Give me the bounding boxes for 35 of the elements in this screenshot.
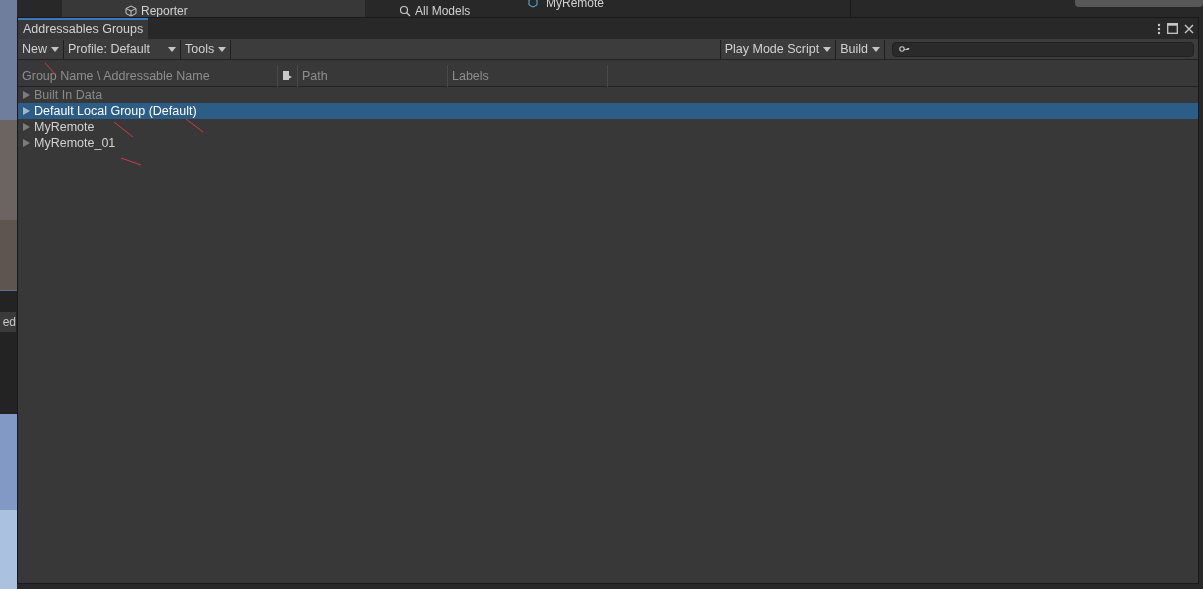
- dropdown-button[interactable]: Tools: [181, 39, 232, 59]
- search-icon: [899, 45, 910, 53]
- panel-label: ed: [0, 312, 16, 332]
- caret-icon: [823, 46, 832, 52]
- group-name: Default Local Group (Default): [34, 103, 197, 119]
- search-field[interactable]: [892, 41, 1194, 57]
- dropdown-button[interactable]: Play Mode Script: [720, 39, 837, 59]
- caret-icon: [51, 46, 59, 52]
- group-row[interactable]: MyRemote_01: [18, 135, 1198, 151]
- caret-icon: [168, 46, 176, 52]
- asset-label: Reporter: [141, 4, 188, 18]
- cube-icon: [125, 5, 137, 17]
- search-icon: [399, 5, 411, 17]
- group-name: MyRemote: [34, 119, 95, 135]
- column-header[interactable]: Labels: [448, 64, 608, 87]
- annotation-stroke: [120, 157, 142, 166]
- dropdown-button[interactable]: New: [18, 39, 64, 59]
- more-icon[interactable]: [1157, 22, 1161, 35]
- maximize-icon[interactable]: [1167, 23, 1178, 34]
- group-row[interactable]: MyRemote: [18, 119, 1198, 135]
- caret-icon: [218, 46, 227, 52]
- group-name: MyRemote_01: [34, 135, 116, 151]
- window-tab[interactable]: Addressables Groups: [18, 18, 149, 39]
- column-header[interactable]: Group Name \ Addressable Name: [18, 64, 278, 87]
- annotation-stroke: [185, 118, 204, 133]
- dropdown-button[interactable]: Build: [836, 39, 885, 59]
- caret-icon: [872, 46, 880, 52]
- group-name: Built In Data: [34, 87, 103, 103]
- close-icon[interactable]: [1184, 23, 1194, 34]
- filter-label: All Models: [415, 4, 471, 18]
- group-row[interactable]: Default Local Group (Default): [18, 103, 1198, 119]
- dropdown-button[interactable]: Profile: Default: [64, 39, 181, 59]
- asset-type-icon: [283, 71, 292, 80]
- annotation-stroke: [113, 121, 134, 138]
- column-header[interactable]: Path: [298, 64, 448, 87]
